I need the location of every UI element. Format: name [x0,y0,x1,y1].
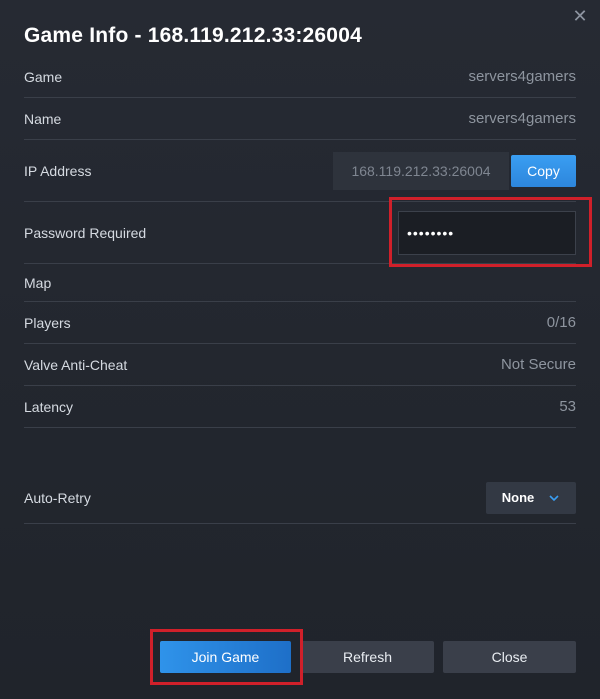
ip-address-field[interactable]: 168.119.212.33:26004 [333,151,509,190]
name-label: Name [24,110,62,127]
row-auto-retry: Auto-Retry None [24,472,576,524]
vac-value: Not Secure [500,356,576,373]
map-label: Map [24,274,52,291]
players-value: 0/16 [546,314,576,331]
copy-button[interactable]: Copy [511,154,576,187]
auto-retry-dropdown[interactable]: None [486,481,576,514]
ip-address-group: 168.119.212.33:26004 Copy [333,151,576,190]
row-ip-address: IP Address 168.119.212.33:26004 Copy [24,140,576,202]
row-map: Map [24,264,576,302]
latency-value: 53 [559,398,576,415]
auto-retry-selected: None [501,490,535,505]
close-icon[interactable]: ✕ [570,6,590,26]
game-label: Game [24,68,63,85]
refresh-button[interactable]: Refresh [301,641,434,673]
dialog-title: Game Info - 168.119.212.33:26004 [24,24,362,47]
password-highlight [389,197,592,267]
row-valve-anti-cheat: Valve Anti-Cheat Not Secure [24,344,576,386]
password-label: Password Required [24,224,147,241]
game-info-dialog: ✕ Game Info - 168.119.212.33:26004 Game … [0,0,600,699]
close-button[interactable]: Close [443,641,576,673]
latency-label: Latency [24,398,74,415]
row-latency: Latency 53 [24,386,576,428]
row-name: Name servers4gamers [24,98,576,140]
name-value: servers4gamers [468,110,576,127]
game-value: servers4gamers [468,68,576,85]
row-players: Players 0/16 [24,302,576,344]
chevron-down-icon [549,494,559,501]
info-rows: Game servers4gamers Name servers4gamers … [24,56,576,524]
row-game: Game servers4gamers [24,56,576,98]
vac-label: Valve Anti-Cheat [24,356,128,373]
ip-address-label: IP Address [24,162,92,179]
players-label: Players [24,314,71,331]
auto-retry-label: Auto-Retry [24,489,91,506]
join-game-highlight [150,629,303,685]
